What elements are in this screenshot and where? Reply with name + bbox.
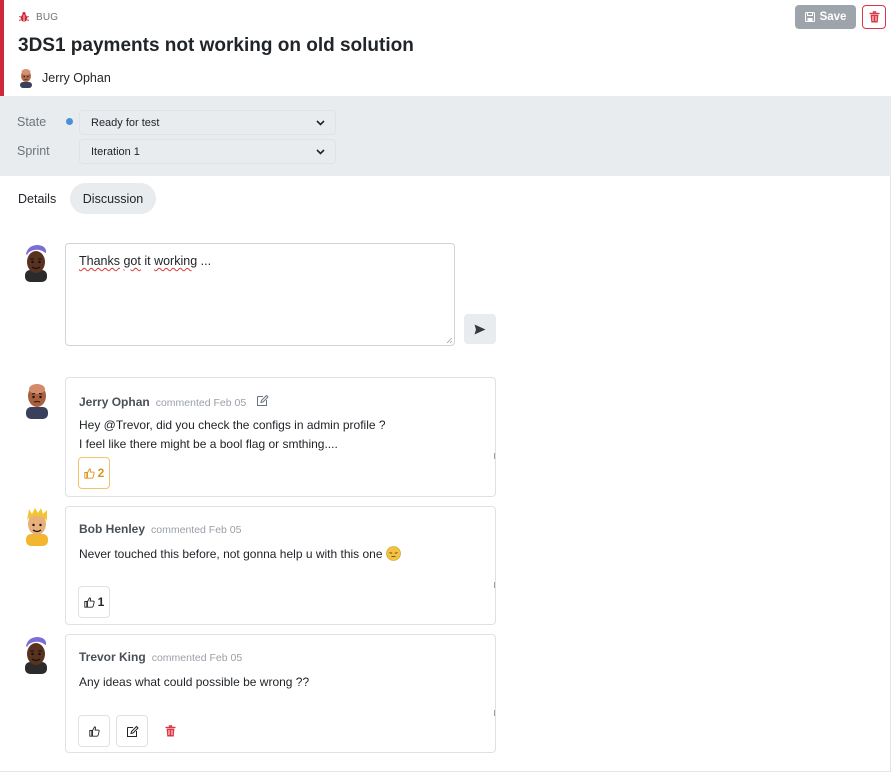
tab-details[interactable]: Details xyxy=(8,183,66,214)
owner-avatar xyxy=(20,69,32,88)
compose-word-3: it xyxy=(140,254,155,268)
chevron-down-icon xyxy=(316,149,325,155)
compose-word-2: got xyxy=(123,254,141,268)
like-count: 1 xyxy=(97,595,105,609)
comment-body: Any ideas what could possible be wrong ?… xyxy=(79,673,309,692)
type-color-bar xyxy=(0,0,4,96)
sprint-value: Iteration 1 xyxy=(91,145,140,158)
thumbs-up-icon xyxy=(88,725,100,737)
comment-header: Jerry Ophan commented Feb 05 xyxy=(79,393,269,409)
like-button[interactable] xyxy=(78,715,110,747)
comment-header: Bob Henley commented Feb 05 xyxy=(79,522,241,536)
assigned-owner[interactable]: Jerry Ophan xyxy=(18,68,111,88)
trash-icon xyxy=(165,725,175,737)
comment-line: Hey @Trevor, did you check the configs i… xyxy=(79,418,386,432)
compose-word-5: ... xyxy=(197,254,212,268)
trash-icon xyxy=(869,11,879,23)
thumbs-up-icon xyxy=(84,467,95,479)
chevron-down-icon xyxy=(316,120,325,126)
comment-card: Trevor King commented Feb 05 Any ideas w… xyxy=(65,634,496,753)
resize-handle-icon[interactable] xyxy=(446,337,453,344)
edit-icon[interactable] xyxy=(256,394,269,407)
resize-handle[interactable] xyxy=(492,453,495,459)
edit-icon xyxy=(126,725,139,737)
work-item-type: BUG xyxy=(18,10,58,24)
bug-icon xyxy=(19,12,29,22)
like-count: 2 xyxy=(97,466,105,480)
comment-author[interactable]: Trevor King xyxy=(79,650,146,664)
delete-work-item-button[interactable] xyxy=(862,5,886,29)
like-button[interactable]: 1 xyxy=(78,586,110,618)
state-select[interactable]: Ready for test xyxy=(79,110,336,135)
comment-timestamp: commented Feb 05 xyxy=(151,652,243,664)
comment-line: Never touched this before, not gonna hel… xyxy=(79,545,401,564)
comment-line: Any ideas what could possible be wrong ?… xyxy=(79,675,310,689)
compose-word-4: working xyxy=(154,254,198,268)
work-item-title[interactable]: 3DS1 payments not working on old solutio… xyxy=(18,35,414,57)
state-label: State xyxy=(17,115,47,129)
comment-header: Trevor King commented Feb 05 xyxy=(79,650,242,664)
save-icon xyxy=(804,12,815,22)
trevor-avatar xyxy=(25,637,47,674)
resize-handle[interactable] xyxy=(492,710,495,716)
like-button[interactable]: 2 xyxy=(78,457,110,489)
comment-line-text: Never touched this before, not gonna hel… xyxy=(79,547,383,561)
edit-comment-button[interactable] xyxy=(116,715,148,747)
work-item-panel: BUG 3DS1 payments not working on old sol… xyxy=(0,0,891,772)
comment-card: Jerry Ophan commented Feb 05 Hey @Trevor… xyxy=(65,377,496,497)
comment-author[interactable]: Bob Henley xyxy=(79,522,145,536)
resize-handle[interactable] xyxy=(492,582,495,588)
comment-body: Never touched this before, not gonna hel… xyxy=(79,545,401,564)
jerry-avatar xyxy=(26,384,48,419)
current-user-avatar xyxy=(25,245,47,282)
send-comment-button[interactable] xyxy=(464,314,496,344)
thumbs-up-icon xyxy=(84,596,95,608)
state-value: Ready for test xyxy=(91,116,160,129)
comment-timestamp: commented Feb 05 xyxy=(151,524,242,536)
bob-avatar xyxy=(26,508,48,546)
work-item-type-label: BUG xyxy=(36,11,59,23)
work-item-fields: State Ready for test Sprint Iteration 1 xyxy=(0,96,891,176)
work-item-header: BUG 3DS1 payments not working on old sol… xyxy=(0,0,891,96)
tab-discussion[interactable]: Discussion xyxy=(70,183,156,214)
save-button-label: Save xyxy=(819,11,847,23)
comment-body: Hey @Trevor, did you check the configs i… xyxy=(79,416,386,454)
state-indicator-dot xyxy=(66,118,73,125)
compose-word-1: Thanks xyxy=(79,254,120,268)
delete-comment-button[interactable] xyxy=(154,715,186,747)
comment-timestamp: commented Feb 05 xyxy=(155,397,247,409)
save-button[interactable]: Save xyxy=(795,5,856,29)
comment-card: Bob Henley commented Feb 05 Never touche… xyxy=(65,506,496,625)
owner-name: Jerry Ophan xyxy=(42,71,111,85)
comment-input[interactable]: Thanks got it working ... xyxy=(65,243,455,346)
sprint-label: Sprint xyxy=(17,144,50,158)
send-icon xyxy=(474,324,486,334)
pensive-face-emoji xyxy=(386,546,401,561)
sprint-select[interactable]: Iteration 1 xyxy=(79,139,336,164)
comment-author[interactable]: Jerry Ophan xyxy=(79,395,150,409)
comment-input-text: Thanks got it working ... xyxy=(79,254,211,268)
comment-line: I feel like there might be a bool flag o… xyxy=(79,437,338,451)
